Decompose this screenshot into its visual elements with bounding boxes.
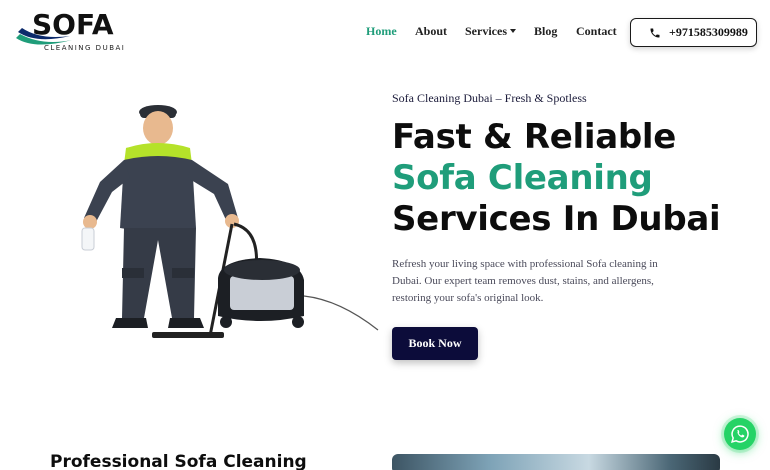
nav-blog[interactable]: Blog bbox=[534, 24, 557, 39]
nav-contact[interactable]: Contact bbox=[576, 24, 617, 39]
site-header: SOFA CLEANING DUBAI Home About Services … bbox=[0, 0, 770, 64]
nav-home[interactable]: Home bbox=[366, 24, 397, 39]
hero-headline-line1: Fast & Reliable bbox=[392, 117, 677, 157]
section-title: Professional Sofa Cleaning bbox=[50, 452, 307, 470]
hero-worker-image bbox=[81, 105, 379, 338]
hero-headline-line3: Services In Dubai bbox=[392, 199, 721, 239]
nav-services-label: Services bbox=[465, 24, 507, 38]
phone-button[interactable]: +971585309989 bbox=[630, 18, 757, 47]
logo-tagline: CLEANING DUBAI bbox=[44, 44, 126, 52]
phone-icon bbox=[650, 28, 660, 37]
book-now-button[interactable]: Book Now bbox=[392, 327, 478, 360]
logo-wordmark: SOFA bbox=[32, 8, 114, 41]
hero-description: Refresh your living space with professio… bbox=[392, 258, 658, 304]
site-logo[interactable]: SOFA CLEANING DUBAI bbox=[14, 8, 134, 58]
phone-number: +971585309989 bbox=[669, 25, 748, 39]
nav-services[interactable]: Services bbox=[465, 24, 516, 39]
hero-headline: Fast & Reliable Sofa Cleaning Services I… bbox=[392, 117, 721, 240]
whatsapp-button[interactable] bbox=[724, 418, 756, 450]
nav-about[interactable]: About bbox=[415, 24, 447, 39]
hero-headline-line2: Sofa Cleaning bbox=[392, 158, 653, 198]
section-image bbox=[392, 454, 720, 470]
whatsapp-icon bbox=[731, 425, 749, 443]
hero-subtitle: Sofa Cleaning Dubai – Fresh & Spotless bbox=[392, 91, 587, 105]
chevron-down-icon bbox=[509, 29, 516, 34]
